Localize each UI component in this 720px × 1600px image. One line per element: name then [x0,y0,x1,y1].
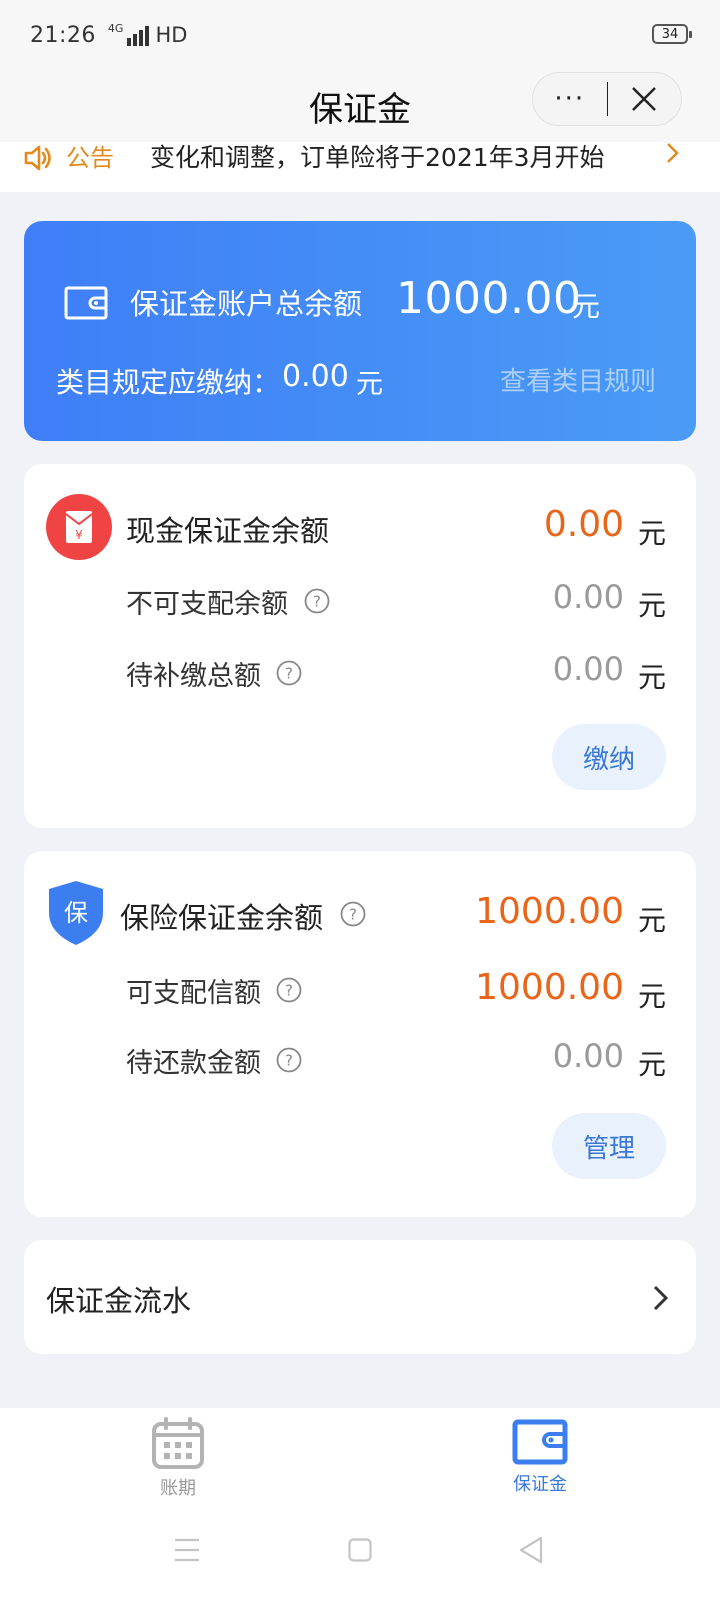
total-balance-unit: 元 [572,290,601,323]
svg-text:?: ? [285,982,293,1000]
svg-text:?: ? [313,593,321,611]
tab-label: 保证金 [513,1474,567,1495]
deposit-flow-row[interactable]: 保证金流水 [24,1240,696,1354]
svg-text:?: ? [285,1052,293,1070]
available-credit-label: 可支配信额 [126,978,261,1009]
pending-payment-unit: 元 [637,661,666,694]
pending-repayment-unit: 元 [637,1048,666,1081]
insurance-balance-label: 保险保证金余额 [120,901,324,935]
total-balance-amount: 1000.00 [396,273,582,324]
notice-bar[interactable]: 公告 变化和调整，订单险将于2021年3月开始 [0,142,720,192]
view-category-rules-link[interactable]: 查看类目规则 [500,361,656,398]
cash-balance-unit: 元 [637,517,666,550]
insurance-balance-unit: 元 [637,904,666,937]
signal-icon: 4G [108,23,150,46]
non-disposable-balance-amount: 0.00 [552,578,624,616]
wallet-icon [512,1419,568,1465]
more-button[interactable]: ··· [533,84,607,114]
menu-icon[interactable] [174,1538,200,1562]
home-icon[interactable] [348,1538,372,1562]
status-bar: 21:26 4G HD 34 [0,0,720,70]
required-deposit-amount: 0.00 [282,359,349,394]
help-icon[interactable]: ? [276,977,302,1003]
non-disposable-balance-unit: 元 [637,589,666,622]
hd-indicator: HD [155,23,188,47]
available-credit-amount: 1000.00 [475,967,624,1008]
system-navigation-bar [0,1512,720,1600]
svg-text:?: ? [349,906,357,924]
shield-icon: 保 [49,881,103,945]
total-balance-label: 保证金账户总余额 [130,287,363,321]
speaker-icon [24,145,51,171]
notice-label: 公告 [66,144,114,172]
required-deposit-label: 类目规定应缴纳： [56,366,281,399]
insurance-balance-amount: 1000.00 [475,891,624,932]
help-icon[interactable]: ? [340,901,366,927]
required-deposit-unit: 元 [356,369,383,400]
bottom-tab-bar: 账期 保证金 [0,1408,720,1512]
close-button[interactable] [608,86,682,112]
cash-balance-amount: 0.00 [543,504,624,545]
svg-text:¥: ¥ [75,528,83,542]
tab-deposit[interactable]: 保证金 [480,1416,600,1496]
help-icon[interactable]: ? [276,660,302,686]
notice-text: 变化和调整，订单险将于2021年3月开始 [150,143,605,172]
nav-bar: 保证金 ··· [0,70,720,142]
chevron-right-icon [667,143,679,163]
red-envelope-icon: ¥ [46,494,112,560]
svg-text:?: ? [285,665,293,683]
chevron-right-icon [653,1285,669,1311]
status-time: 21:26 [30,22,96,48]
deposit-flow-label: 保证金流水 [46,1284,192,1318]
available-credit-unit: 元 [637,980,666,1013]
pending-repayment-amount: 0.00 [552,1037,624,1075]
cash-balance-label: 现金保证金余额 [126,514,330,548]
help-icon[interactable]: ? [276,1047,302,1073]
pending-repayment-label: 待还款金额 [126,1048,261,1079]
non-disposable-balance-label: 不可支配余额 [126,589,288,620]
tab-billing-period[interactable]: 账期 [118,1416,238,1500]
cash-deposit-card: ¥ 现金保证金余额 0.00 元 不可支配余额 ? 0.00 元 待补缴总额 ?… [24,464,696,828]
tab-label: 账期 [160,1478,196,1499]
help-icon[interactable]: ? [304,588,330,614]
pay-button[interactable]: 缴纳 [552,724,666,790]
insurance-deposit-card: 保 保险保证金余额 ? 1000.00 元 可支配信额 ? 1000.00 元 … [24,851,696,1217]
back-icon[interactable] [518,1536,544,1564]
pending-payment-amount: 0.00 [552,650,624,688]
mini-program-capsule: ··· [532,72,682,126]
manage-button[interactable]: 管理 [552,1113,666,1179]
calendar-icon [152,1417,204,1469]
wallet-icon [64,286,108,320]
close-icon [632,87,657,111]
battery-icon: 34 [652,24,692,44]
balance-summary-card: 保证金账户总余额 1000.00 元 类目规定应缴纳： 0.00 元 查看类目规… [24,221,696,441]
pending-payment-label: 待补缴总额 [126,661,261,692]
svg-text:保: 保 [64,899,88,927]
